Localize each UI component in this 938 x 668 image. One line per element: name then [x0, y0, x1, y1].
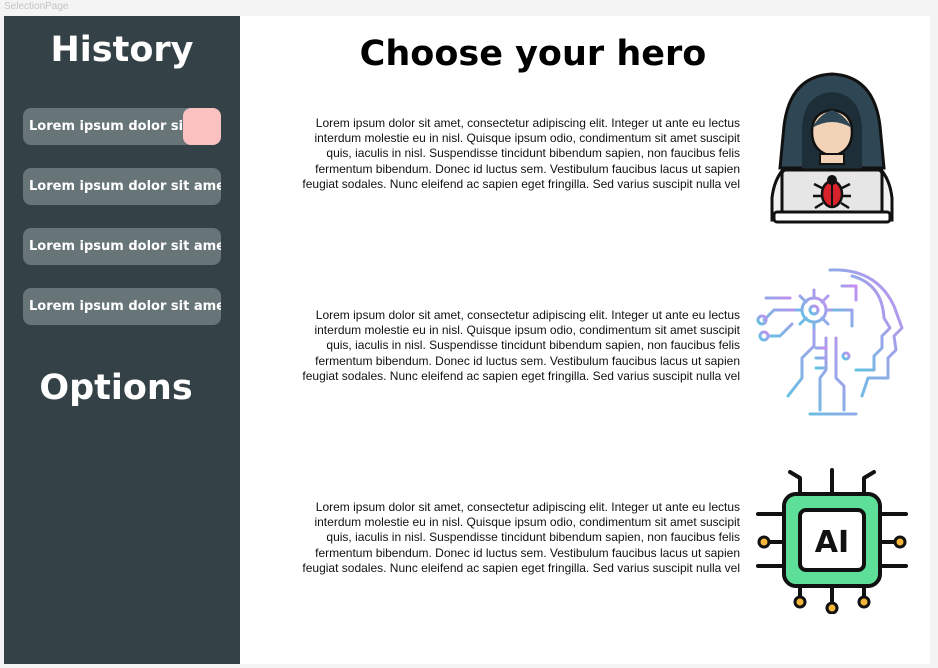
history-item-highlight[interactable] — [183, 108, 221, 145]
page-title: Choose your hero — [359, 34, 707, 74]
chip-label: AI — [815, 525, 849, 560]
description-line: quis, iaculis in nisl. Suspendisse tinci… — [326, 530, 740, 545]
history-item[interactable]: Lorem ipsum dolor sit amet ... — [23, 168, 221, 205]
hacker-icon[interactable] — [762, 70, 902, 230]
description-line: Lorem ipsum dolor sit amet, consectetur … — [315, 116, 740, 130]
description-line: quis, iaculis in nisl. Suspendisse tinci… — [326, 338, 740, 353]
description-line: interdum molestie eu in nisl. Quisque ip… — [314, 515, 740, 530]
description-line: fermentum bibendum. Donec id luctus sem.… — [315, 353, 740, 368]
main-panel: Choose your hero Lorem ipsum dolor sit a… — [240, 16, 930, 664]
history-item-label: Lorem ipsum dolor sit amet ... — [29, 299, 221, 314]
hero-description: Lorem ipsum dolor sit amet, consectetur … — [268, 308, 740, 384]
description-line: quis, iaculis in nisl. Suspendisse tinci… — [326, 146, 740, 161]
ai-chip-icon[interactable]: AI — [754, 466, 910, 615]
history-item-label: Lorem ipsum dolor sit amet ... — [29, 179, 221, 194]
hero-description: Lorem ipsum dolor sit amet, consectetur … — [268, 116, 740, 192]
history-item-label: Lorem ipsum dolor sit amet ... — [29, 239, 221, 254]
description-line: interdum molestie eu in nisl. Quisque ip… — [314, 131, 740, 146]
description-line: Lorem ipsum dolor sit amet, consectetur … — [315, 308, 740, 322]
description-line: feugiat sodales. Nunc eleifend ac sapien… — [302, 176, 740, 191]
options-title: Options — [39, 368, 193, 408]
history-item[interactable]: Lorem ipsum dolor sit ... — [23, 108, 221, 145]
history-title: History — [50, 30, 194, 70]
sidebar: History Lorem ipsum dolor sit ... Lorem … — [4, 16, 240, 664]
description-line: feugiat sodales. Nunc eleifend ac sapien… — [302, 560, 740, 575]
ai-head-icon[interactable] — [756, 266, 908, 426]
frame-label: SelectionPage — [4, 1, 69, 12]
description-line: fermentum bibendum. Donec id luctus sem.… — [315, 545, 740, 560]
description-line: fermentum bibendum. Donec id luctus sem.… — [315, 161, 740, 176]
hero-description: Lorem ipsum dolor sit amet, consectetur … — [268, 500, 740, 576]
description-line: interdum molestie eu in nisl. Quisque ip… — [314, 323, 740, 338]
history-item[interactable]: Lorem ipsum dolor sit amet ... — [23, 288, 221, 325]
history-item[interactable]: Lorem ipsum dolor sit amet ... — [23, 228, 221, 265]
description-line: Lorem ipsum dolor sit amet, consectetur … — [315, 500, 740, 514]
history-item-label: Lorem ipsum dolor sit ... — [29, 119, 209, 134]
description-line: feugiat sodales. Nunc eleifend ac sapien… — [302, 368, 740, 383]
